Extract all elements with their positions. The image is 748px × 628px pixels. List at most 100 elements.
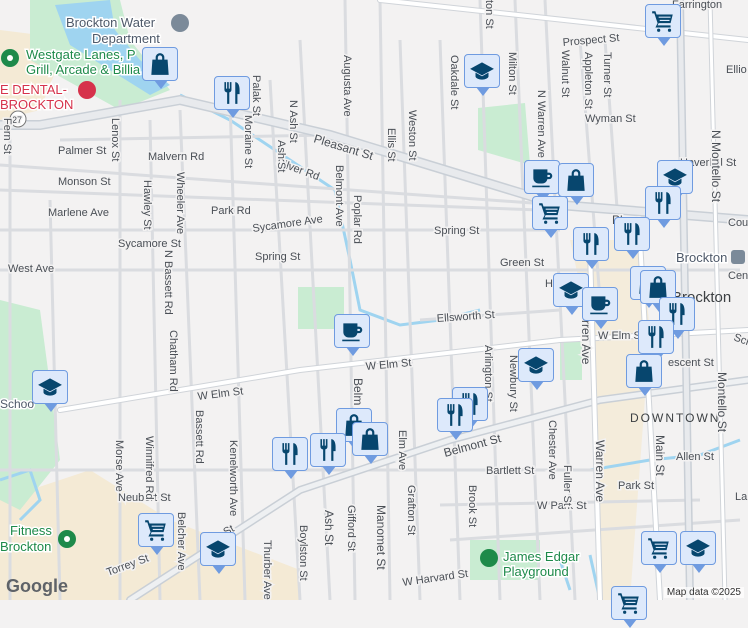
graduation-cap-icon	[205, 536, 231, 562]
fork-knife-icon	[277, 441, 303, 467]
street-augusta: Augusta Ave	[341, 55, 353, 117]
street-turner: Turner St	[601, 52, 613, 97]
street-ash-south: Ash St	[322, 510, 336, 546]
street-spring-2: Spring St	[434, 225, 479, 237]
street-fuller: Fuller St	[561, 465, 573, 506]
shopping-cart-icon	[143, 517, 169, 543]
street-weston: Weston St	[406, 110, 418, 161]
shopping-bag-icon	[563, 167, 589, 193]
fork-knife-icon	[650, 190, 676, 216]
poi-water-dept[interactable]: Brockton Water	[65, 14, 158, 32]
shopping-cart-icon	[646, 535, 672, 561]
street-palmer: Palmer St	[58, 145, 106, 157]
street-sch: Sch	[732, 332, 748, 350]
street-park-rd: Park Rd	[211, 205, 251, 217]
street-green: Green St	[500, 257, 544, 269]
street-main: Main St	[653, 435, 667, 476]
neighborhood-downtown: DOWNTOWN	[630, 411, 720, 425]
street-la: La	[735, 491, 748, 503]
street-oakdale: Oakdale St	[448, 55, 460, 109]
street-n-ash: N Ash St	[287, 100, 299, 143]
place-pin-icon	[480, 549, 498, 567]
grocery-marker[interactable]	[611, 586, 647, 628]
street-court: Cou	[728, 217, 748, 229]
street-sycamore-st: Sycamore St	[118, 238, 181, 250]
street-ash-north: Ash St	[275, 140, 287, 172]
street-bartlett: Bartlett St	[486, 465, 534, 477]
shopping-cart-icon	[650, 8, 676, 34]
graduation-cap-icon	[558, 277, 584, 303]
shopping-marker[interactable]	[626, 354, 662, 396]
grocery-marker[interactable]	[138, 513, 174, 555]
street-n-warren: N Warren Ave	[535, 90, 547, 158]
restaurant-marker[interactable]	[614, 217, 650, 259]
street-warren-2: rren Ave	[579, 320, 593, 365]
graduation-cap-icon	[37, 374, 63, 400]
street-ellis: Ellis St	[385, 128, 397, 162]
poi-fitness-2[interactable]: Brockton	[0, 538, 53, 556]
street-milton: Milton St	[506, 52, 518, 95]
street-ton: ton St	[483, 0, 495, 29]
coffee-cup-icon	[529, 164, 555, 190]
street-thurber: Thurber Ave	[261, 540, 273, 600]
street-fern: Fern St	[1, 118, 13, 154]
street-belm: Belm	[351, 378, 365, 405]
street-bassett: Bassett Rd	[193, 410, 205, 464]
poi-westgate-lanes[interactable]: Westgate Lanes, P	[25, 46, 138, 64]
shopping-marker[interactable]	[352, 422, 388, 464]
fork-knife-icon	[578, 231, 604, 257]
coffee-cup-icon	[587, 291, 613, 317]
street-grafton: Grafton St	[405, 485, 417, 535]
street-brook: Brook St	[466, 485, 478, 527]
street-wheeler: Wheeler Ave	[174, 172, 186, 234]
street-prospect: Prospect St	[562, 32, 620, 49]
shopping-cart-icon	[537, 200, 563, 226]
hospital-icon	[78, 81, 96, 99]
shopping-marker[interactable]	[558, 163, 594, 205]
fork-knife-icon	[219, 80, 245, 106]
cafe-marker[interactable]	[582, 287, 618, 329]
cafe-marker[interactable]	[524, 160, 560, 202]
street-center: Cen	[728, 270, 748, 282]
poi-dental[interactable]: E DENTAL-	[0, 81, 68, 99]
restaurant-marker[interactable]	[214, 76, 250, 118]
shopping-marker[interactable]	[142, 47, 178, 89]
school-marker[interactable]	[518, 348, 554, 390]
poi-water-dept-2[interactable]: Department	[91, 30, 162, 48]
poi-westgate-lanes-2[interactable]: Grill, Arcade & Billia	[25, 61, 143, 79]
graduation-cap-icon	[685, 535, 711, 561]
poi-school[interactable]: Schoo	[0, 396, 36, 413]
restaurant-marker[interactable]	[437, 398, 473, 440]
street-wyman: Wyman St	[585, 113, 636, 125]
poi-playground[interactable]: James Edgar	[502, 548, 582, 566]
restaurant-marker[interactable]	[310, 433, 346, 475]
street-marlene: Marlene Ave	[48, 207, 109, 219]
restaurant-marker[interactable]	[573, 227, 609, 269]
grocery-marker[interactable]	[532, 196, 568, 238]
street-west-ave: West Ave	[8, 263, 54, 275]
poi-brockton-station[interactable]: Brockton	[675, 249, 729, 267]
school-marker[interactable]	[680, 531, 716, 573]
grocery-marker[interactable]	[645, 4, 681, 46]
poi-dental-2[interactable]: BROCKTON	[0, 96, 75, 114]
poi-fitness[interactable]: Fitness	[9, 522, 54, 540]
restaurant-marker[interactable]	[272, 437, 308, 479]
map-attribution[interactable]: Map data ©2025	[663, 587, 744, 598]
fork-knife-icon	[643, 324, 669, 350]
restaurant-marker[interactable]	[638, 320, 674, 362]
street-gifford: Gifford St	[345, 505, 357, 551]
cafe-marker[interactable]	[334, 314, 370, 356]
street-allen: Allen St	[676, 451, 714, 463]
coffee-cup-icon	[339, 318, 365, 344]
map-canvas[interactable]: 27 Brockton Water Department Westgate La…	[0, 0, 748, 600]
school-marker[interactable]	[464, 54, 500, 96]
restaurant-marker[interactable]	[645, 186, 681, 228]
street-sycamore-ave: Sycamore Ave	[252, 213, 324, 235]
school-marker[interactable]	[32, 370, 68, 412]
grocery-marker[interactable]	[641, 531, 677, 573]
poi-playground-2[interactable]: Playground	[502, 563, 571, 581]
street-hawley: Hawley St	[141, 180, 153, 230]
street-park-st: Park St	[618, 480, 654, 492]
school-marker[interactable]	[200, 532, 236, 574]
shopping-bag-icon	[631, 358, 657, 384]
